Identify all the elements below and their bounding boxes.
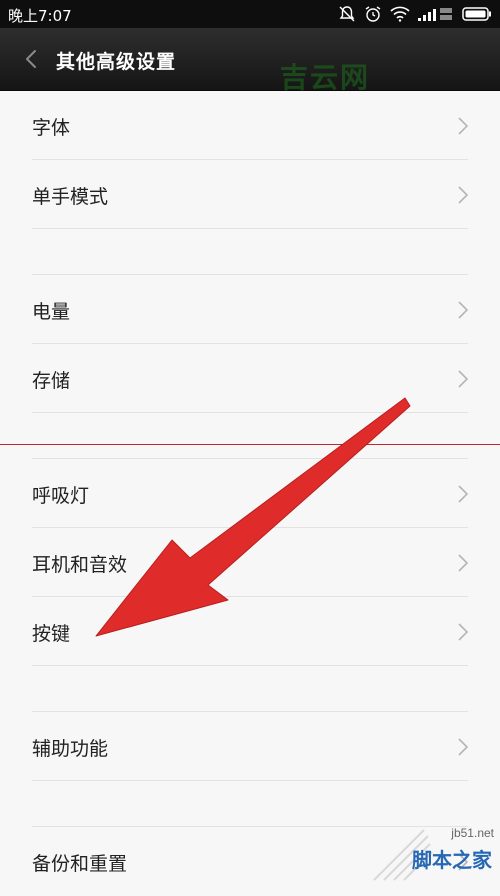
- settings-item-notification-light[interactable]: 呼吸灯: [0, 459, 500, 528]
- settings-list: 字体 单手模式 电量 存储 呼吸灯 耳机和音效 按键 辅助功能 备份和重置: [0, 91, 500, 896]
- section-spacer: [0, 666, 500, 712]
- section-spacer: [0, 413, 500, 459]
- section-spacer: [0, 229, 500, 275]
- chevron-right-icon: [458, 623, 469, 641]
- app-bar: 其他高级设置 吉云网: [0, 28, 500, 94]
- settings-item-buttons[interactable]: 按键: [0, 597, 500, 666]
- watermark-url: jb51.net: [451, 826, 494, 840]
- settings-item-label: 电量: [32, 301, 71, 323]
- status-icons: [338, 4, 492, 24]
- back-button[interactable]: [14, 42, 48, 76]
- chevron-right-icon: [458, 485, 469, 503]
- settings-item-label: 备份和重置: [32, 853, 128, 875]
- settings-item-label: 辅助功能: [32, 738, 109, 760]
- wifi-icon: [390, 6, 410, 22]
- watermark-top: 吉云网: [280, 61, 371, 94]
- settings-item-one-hand-mode[interactable]: 单手模式: [0, 160, 500, 229]
- chevron-right-icon: [458, 186, 469, 204]
- chevron-right-icon: [458, 117, 469, 135]
- chevron-right-icon: [458, 370, 469, 388]
- settings-item-label: 呼吸灯: [32, 485, 90, 507]
- annotation-line: [0, 444, 500, 445]
- signal-icon: [418, 8, 452, 21]
- mute-icon: [339, 6, 355, 22]
- settings-item-headphones-audio[interactable]: 耳机和音效: [0, 528, 500, 597]
- page-title: 其他高级设置: [56, 51, 177, 73]
- chevron-right-icon: [458, 301, 469, 319]
- settings-item-font[interactable]: 字体: [0, 91, 500, 160]
- chevron-right-icon: [458, 738, 469, 756]
- settings-item-label: 存储: [32, 370, 71, 392]
- chevron-right-icon: [458, 554, 469, 572]
- back-arrow-icon: [26, 50, 36, 68]
- settings-item-battery[interactable]: 电量: [0, 275, 500, 344]
- settings-item-storage[interactable]: 存储: [0, 344, 500, 413]
- watermark-name: 脚本之家: [412, 848, 492, 872]
- battery-icon: [462, 7, 491, 21]
- settings-item-label: 耳机和音效: [32, 554, 128, 576]
- status-time: 晚上7:07: [8, 7, 72, 25]
- settings-item-label: 字体: [32, 117, 71, 139]
- settings-item-accessibility[interactable]: 辅助功能: [0, 712, 500, 781]
- site-watermark: jb51.net 脚本之家: [364, 818, 496, 888]
- settings-item-label: 单手模式: [32, 186, 109, 208]
- status-bar: 晚上7:07: [0, 0, 500, 28]
- settings-item-label: 按键: [32, 623, 71, 645]
- alarm-icon: [365, 6, 381, 22]
